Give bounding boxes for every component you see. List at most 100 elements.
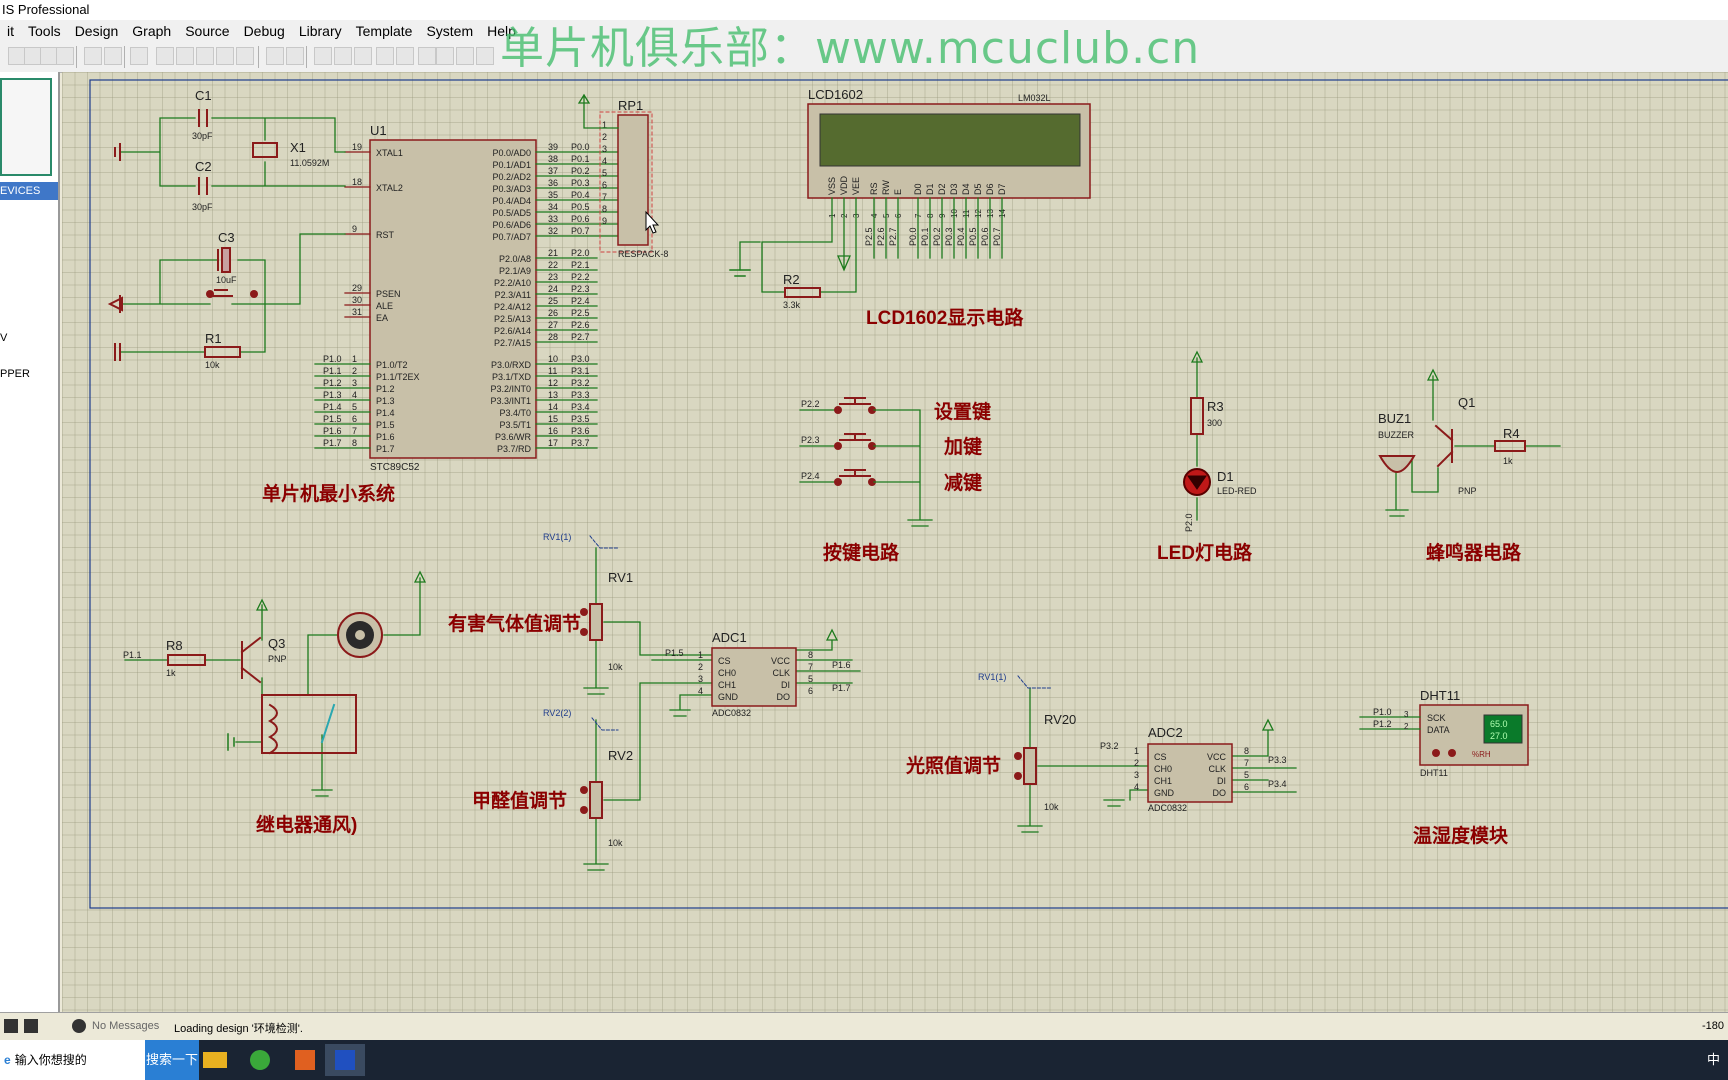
- c1-ref: C1: [195, 88, 212, 103]
- net-label: P0.1: [571, 154, 590, 164]
- rv20-value: 10k: [1044, 802, 1059, 812]
- pin-name: P3.6/WR: [495, 432, 532, 442]
- toolbar-button[interactable]: [376, 47, 394, 65]
- key-switch[interactable]: [839, 433, 871, 441]
- pin-name: P2.3/A11: [495, 290, 531, 300]
- key-switch[interactable]: [839, 397, 871, 405]
- toolbar-button[interactable]: [56, 47, 74, 65]
- lcd-net-label: P2.7: [888, 227, 898, 246]
- rp1-body[interactable]: [617, 114, 649, 246]
- toolbar-button[interactable]: [396, 47, 414, 65]
- net-label: P0.3: [571, 178, 590, 188]
- pin-name: P2.1/A9: [499, 266, 531, 276]
- lcd-pin-name: VEE: [851, 177, 861, 195]
- menu-tools[interactable]: Tools: [21, 20, 68, 42]
- adc-pin-number: 1: [698, 650, 703, 660]
- net-label: P1.2: [323, 378, 342, 388]
- net-label: P0.6: [571, 214, 590, 224]
- search-placeholder: 输入你想搜的: [14, 1053, 87, 1067]
- menu-template[interactable]: Template: [349, 20, 420, 42]
- pause-icon[interactable]: [4, 1019, 18, 1033]
- stop-icon[interactable]: [24, 1019, 38, 1033]
- toolbar-button[interactable]: [130, 47, 148, 65]
- taskbar-search[interactable]: e 输入你想搜的: [0, 1040, 145, 1080]
- toolbar-button[interactable]: [354, 47, 372, 65]
- key-switch[interactable]: [839, 469, 871, 477]
- toolbar-button[interactable]: [104, 47, 122, 65]
- lcd-net-label: P0.7: [992, 227, 1002, 246]
- overview-preview[interactable]: [0, 78, 52, 176]
- menu-system[interactable]: System: [419, 20, 480, 42]
- pin-name: P0.2/AD2: [492, 172, 531, 182]
- folder-icon[interactable]: [195, 1044, 235, 1076]
- pin-number: 19: [352, 142, 362, 152]
- rv1-ref: RV1: [608, 570, 633, 585]
- toolbar-button[interactable]: [196, 47, 214, 65]
- toolbar-button[interactable]: [436, 47, 454, 65]
- pin-number: 3: [352, 378, 357, 388]
- schematic-canvas[interactable]: U1 STC89C52 19 XTAL1 18 XTAL2 9 RST 29 PSEN 30 AL…: [62, 72, 1728, 1012]
- buzzer-value: BUZZER: [1378, 430, 1415, 440]
- menu-library[interactable]: Library: [292, 20, 349, 42]
- toolbar-button[interactable]: [176, 47, 194, 65]
- toolbar-button[interactable]: [334, 47, 352, 65]
- menu-debug[interactable]: Debug: [237, 20, 292, 42]
- toolbar-button[interactable]: [418, 47, 436, 65]
- r3-value: 300: [1207, 418, 1222, 428]
- key-contact: [834, 442, 842, 450]
- net-label: P1.6: [323, 426, 342, 436]
- label-formaldehyde: 甲醛值调节: [472, 789, 567, 812]
- adc-pin-number: 1: [1134, 746, 1139, 756]
- toolbar-button[interactable]: [156, 47, 174, 65]
- menu-design[interactable]: Design: [68, 20, 126, 42]
- menu-edit[interactable]: it: [0, 20, 21, 42]
- message-count[interactable]: No Messages: [92, 1020, 159, 1032]
- c1-value: 30pF: [192, 131, 213, 141]
- input-language[interactable]: 中: [1707, 1052, 1720, 1067]
- menu-graph[interactable]: Graph: [125, 20, 178, 42]
- label-buzzer: 蜂鸣器电路: [1426, 541, 1522, 564]
- device-item[interactable]: PPER: [0, 368, 30, 380]
- rp1-ref: RP1: [618, 98, 643, 113]
- pin-number: 7: [352, 426, 357, 436]
- mcu-ref: U1: [370, 123, 387, 138]
- lcd-pin-name: D0: [913, 183, 923, 195]
- toolbar-button[interactable]: [476, 47, 494, 65]
- q1-value: PNP: [1458, 486, 1477, 496]
- schematic-svg: U1 STC89C52 19XTAL118XTAL29RST29PSEN30AL…: [89, 79, 1728, 909]
- pin-name: P3.5/T1: [499, 420, 531, 430]
- adc-pin-name: CH0: [1154, 764, 1172, 774]
- dht11-pin-num: 2: [1404, 722, 1409, 731]
- toolbar-button[interactable]: [286, 47, 304, 65]
- toolbar-separator: [76, 46, 77, 68]
- pin-name: P0.7/AD7: [492, 232, 531, 242]
- device-item[interactable]: V: [0, 332, 7, 344]
- toolbar-separator: [258, 46, 259, 68]
- pin-number: 34: [548, 202, 558, 212]
- search-button[interactable]: 搜索一下: [145, 1040, 199, 1080]
- isis-icon[interactable]: [325, 1044, 365, 1076]
- pin-name: P0.6/AD6: [492, 220, 531, 230]
- menu-source[interactable]: Source: [178, 20, 236, 42]
- net-label: P1.4: [323, 402, 342, 412]
- adc-pin-name: DI: [781, 680, 790, 690]
- presentation-icon[interactable]: [285, 1044, 325, 1076]
- toolbar-button[interactable]: [266, 47, 284, 65]
- toolbar-button[interactable]: [456, 47, 474, 65]
- toolbar-button[interactable]: [314, 47, 332, 65]
- browser-icon[interactable]: [240, 1044, 280, 1076]
- pin-name: P3.1/TXD: [492, 372, 532, 382]
- rv2-probe: RV2(2): [543, 708, 571, 718]
- lcd-pin-name: E: [893, 189, 903, 195]
- pin-number: 16: [548, 426, 558, 436]
- pin-number: 8: [352, 438, 357, 448]
- label-key-sub: 减键: [944, 471, 982, 494]
- toolbar-button[interactable]: [216, 47, 234, 65]
- toolbar-button[interactable]: [84, 47, 102, 65]
- pin-number: 6: [352, 414, 357, 424]
- toolbar-button[interactable]: [236, 47, 254, 65]
- dht11-ref: DHT11: [1420, 688, 1460, 703]
- pin-number: 1: [352, 354, 357, 364]
- lcd-model: LM032L: [1018, 93, 1051, 103]
- net-label: P0.0: [571, 142, 590, 152]
